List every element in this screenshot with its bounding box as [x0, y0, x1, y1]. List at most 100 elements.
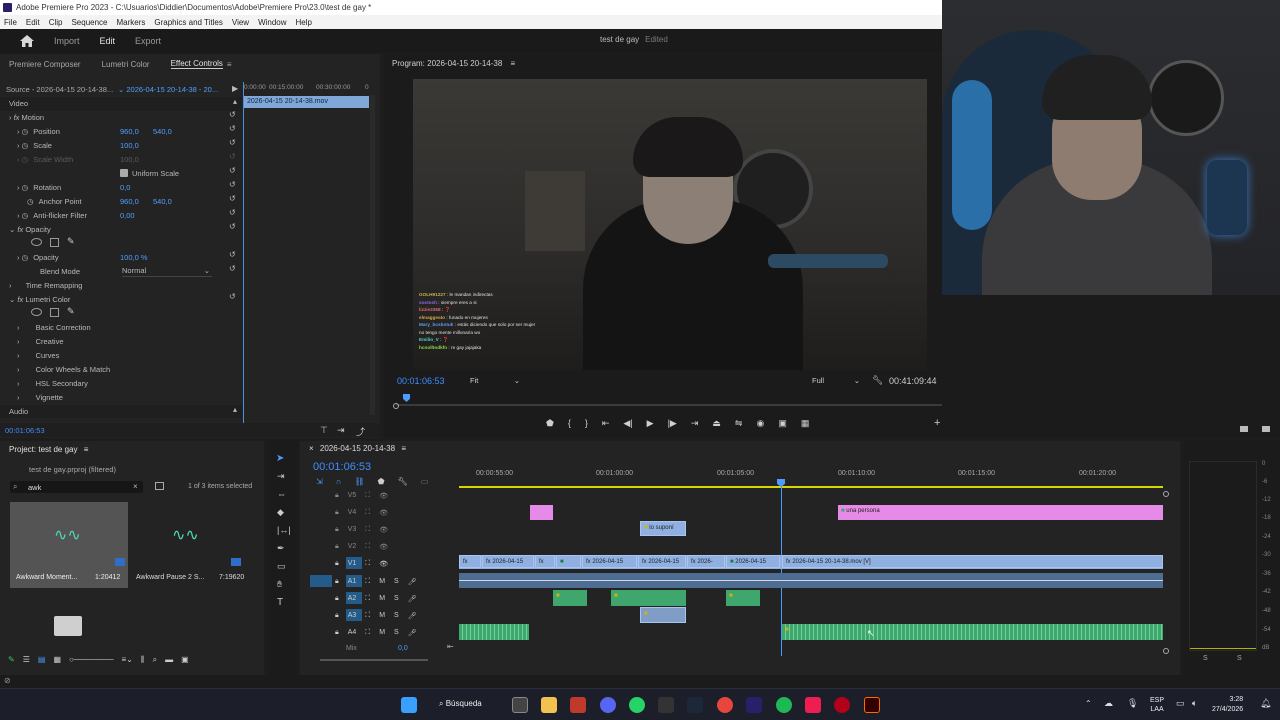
clear-search-icon[interactable]: × [133, 482, 138, 491]
menu-sequence[interactable]: Sequence [71, 18, 107, 27]
reset-icon[interactable]: ↺ [229, 250, 236, 259]
nav-export[interactable]: Export [135, 36, 161, 46]
video-clip[interactable]: fx [459, 555, 481, 568]
track-header-a1[interactable]: 🔒︎ A1 ⛶ M S 🎤︎ [335, 578, 417, 586]
track-header-a2[interactable]: 🔒︎ A2 ⛶ M S 🎤︎ [335, 595, 417, 603]
ec-timecode[interactable]: 00:01:06:53 [5, 426, 45, 435]
automate-icon[interactable]: ⫼ [141, 655, 145, 667]
a1-track-clips[interactable] [459, 573, 1163, 588]
discord-icon[interactable] [600, 697, 616, 713]
anti-flicker-value[interactable]: 0,00 [120, 211, 135, 220]
play-icon[interactable]: ▶ [647, 418, 654, 429]
tray-chevron-icon[interactable]: ⌃ [1085, 699, 1092, 708]
pen-mask-icon[interactable]: ✎ [67, 236, 75, 247]
pencil-icon[interactable]: ✎ [8, 655, 15, 667]
wrench-icon[interactable]: 🔧︎ [872, 375, 883, 386]
razor-icon[interactable]: ◆ [277, 507, 284, 518]
ec-source[interactable]: Source - 2026-04-15 20-14-38... [6, 85, 113, 94]
export-frame-icon[interactable]: ⤴ [356, 425, 365, 438]
new-item-icon[interactable]: ▣ [181, 655, 189, 667]
ec-motion[interactable]: › fx Motion [0, 111, 242, 125]
ec-scrollbar[interactable] [370, 95, 375, 415]
anchor-x-value[interactable]: 960,0 [120, 197, 139, 206]
premiere-icon[interactable] [746, 697, 762, 713]
project-item-2[interactable]: ∿∿ Awkward Pause 2 S... 7:19620 [132, 502, 250, 588]
menu-markers[interactable]: Markers [117, 18, 146, 27]
monitor-icon[interactable]: ▭ [1176, 698, 1185, 709]
menu-window[interactable]: Window [258, 18, 286, 27]
timeline-zoom-bar[interactable] [320, 659, 428, 661]
mix-value[interactable]: 0,0 [398, 645, 408, 652]
lumetri-hsl[interactable]: › HSL Secondary [0, 377, 242, 391]
language-indicator[interactable]: ESP LAA [1150, 696, 1164, 714]
folder-icon[interactable] [1240, 426, 1248, 432]
camera-icon[interactable]: ◉ [756, 418, 764, 429]
project-search-input[interactable]: ⌕ awk × [10, 481, 143, 493]
opera-icon[interactable] [834, 697, 850, 713]
anchor-y-value[interactable]: 540,0 [153, 197, 172, 206]
program-timecode[interactable]: 00:01:06:53 [397, 376, 445, 386]
sort-icon[interactable]: ≡⌄ [122, 655, 133, 667]
selection-tool-icon[interactable]: ➤ [276, 453, 284, 464]
program-video-frame[interactable]: GOLH91227 : le mandan indirectas soctosh… [413, 79, 927, 370]
zoom-slider[interactable]: ○─────── [69, 655, 114, 667]
lumetri-basic[interactable]: › Basic Correction [0, 321, 242, 335]
lift-icon[interactable]: ⏏ [712, 418, 721, 429]
go-to-in-icon[interactable]: ⇤ [602, 418, 610, 429]
snap-icon[interactable]: ∩ [336, 477, 342, 486]
blend-mode-select[interactable]: Normal ⌄ [122, 265, 212, 277]
reset-icon[interactable]: ↺ [229, 166, 236, 175]
graphic-clip[interactable] [530, 505, 553, 520]
file-explorer-icon[interactable] [541, 697, 557, 713]
new-bin-icon[interactable] [155, 482, 164, 490]
graphic-clip[interactable]: ■ una persona [838, 505, 1163, 520]
ec-time-remapping[interactable]: › Time Remapping [0, 279, 242, 293]
panel-menu-icon[interactable]: ≡ [227, 60, 232, 69]
ellipse-mask-icon[interactable] [31, 308, 42, 316]
spotify-icon[interactable] [776, 697, 792, 713]
add-button-icon[interactable]: + [934, 417, 940, 429]
solo-left-button[interactable]: S [1203, 655, 1208, 662]
track-header-v1[interactable]: 🔒︎ V1 ⛶ 👁︎ [335, 560, 388, 568]
reset-icon[interactable]: ↺ [229, 138, 236, 147]
track-header-a4[interactable]: 🔒︎ A4 ⛶ M S 🎤︎ [335, 629, 417, 637]
audio-clip[interactable]: ■ [640, 607, 686, 623]
opacity-value[interactable]: 100,0 % [120, 253, 148, 262]
tab-premiere-composer[interactable]: Premiere Composer [9, 60, 81, 69]
freeform-view-icon[interactable]: ▦ [53, 655, 61, 667]
lumetri-curves[interactable]: › Curves [0, 349, 242, 363]
uniform-scale-checkbox[interactable] [120, 169, 128, 177]
extract-icon[interactable]: ⇋ [735, 418, 743, 429]
collapse-icon[interactable]: ▴ [233, 405, 237, 414]
video-clip[interactable]: ■ [556, 555, 581, 568]
menu-help[interactable]: Help [296, 18, 312, 27]
audio-clip[interactable]: ■ [782, 624, 1163, 640]
menu-edit[interactable]: Edit [26, 18, 40, 27]
program-scrubber[interactable] [396, 404, 947, 406]
pen-tool-icon[interactable]: ✒ [277, 543, 285, 554]
task-view-icon[interactable] [512, 697, 528, 713]
resolution-select[interactable]: Full ⌄ [812, 376, 862, 385]
ripple-edit-icon[interactable]: ⇔ [277, 489, 286, 499]
step-forward-icon[interactable]: |▶ [668, 418, 677, 429]
lumetri-wheels[interactable]: › Color Wheels & Match [0, 363, 242, 377]
lumetri-vignette[interactable]: › Vignette [0, 391, 242, 405]
tab-lumetri-color[interactable]: Lumetri Color [102, 60, 150, 69]
mark-in-icon[interactable]: { [568, 418, 571, 429]
menu-graphics[interactable]: Graphics and Titles [154, 18, 222, 27]
video-clip[interactable]: fx 2026-04-15 [582, 555, 637, 568]
text-clip[interactable]: ■ lo suponí [640, 521, 686, 536]
rectangle-tool-icon[interactable]: ▭ [277, 561, 286, 572]
timeline-tab[interactable]: × 2026-04-15 20-14-38 ≡ [309, 444, 406, 453]
captions-icon[interactable]: ▭ [421, 477, 429, 486]
tab-effect-controls[interactable]: Effect Controls [170, 59, 223, 69]
video-clip[interactable]: fx 2026-04-15 [482, 555, 534, 568]
home-icon[interactable] [20, 35, 34, 47]
work-area-bar[interactable] [459, 486, 1163, 488]
reset-icon[interactable]: ↺ [229, 180, 236, 189]
whatsapp-icon[interactable] [629, 697, 645, 713]
reset-icon[interactable]: ↺ [229, 222, 236, 231]
audio-clip[interactable]: ■ [611, 590, 686, 606]
find-icon[interactable]: ⌕ [153, 655, 157, 667]
nest-icon[interactable]: ⇲ [316, 477, 323, 486]
